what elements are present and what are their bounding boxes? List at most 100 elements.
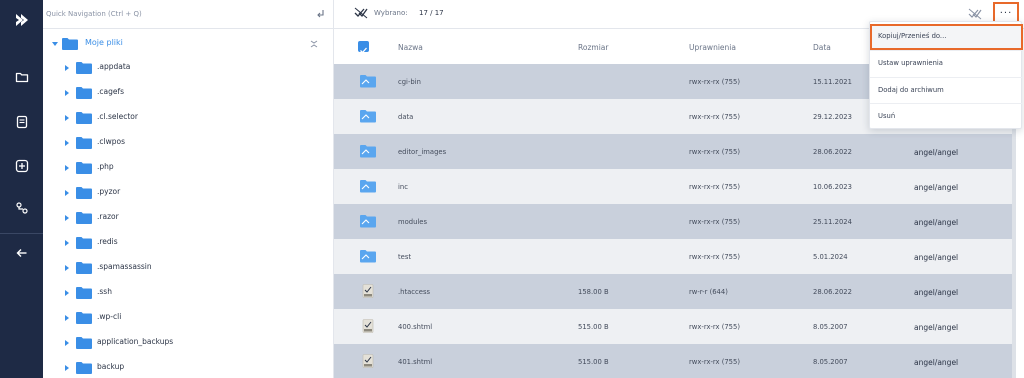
caret-right-icon[interactable]	[63, 289, 71, 297]
file-name[interactable]: inc	[398, 183, 408, 191]
file-name[interactable]: modules	[398, 218, 427, 226]
column-header-size[interactable]: Rozmiar	[578, 43, 608, 52]
file-row[interactable]: 400.shtml 515.00 B rwx-rx-rx (755) 8.05.200…	[334, 309, 1014, 344]
column-header-name[interactable]: Nazwa	[398, 43, 423, 52]
tree-folder-item[interactable]: .redis	[43, 234, 334, 252]
tree-folder-item[interactable]: .appdata	[43, 59, 334, 77]
tree-folder-item[interactable]: .wp-cli	[43, 309, 334, 327]
tree-folder-label[interactable]: .php	[97, 162, 114, 171]
file-row[interactable]: editor_images rwx-rx-rx (755) 28.06.2022 an…	[334, 134, 1014, 169]
app-logo[interactable]	[0, 0, 43, 40]
tree-folder-label[interactable]: .wp-cli	[97, 312, 121, 321]
tree-folder-label[interactable]: .razor	[97, 212, 119, 221]
file-size: 515.00 B	[578, 323, 609, 331]
caret-down-icon[interactable]	[51, 40, 59, 48]
file-name[interactable]: editor_images	[398, 148, 446, 156]
file-row[interactable]: inc rwx-rx-rx (755) 10.06.2023 angel/angel	[334, 169, 1014, 204]
file-size: 158.00 B	[578, 288, 609, 296]
file-name[interactable]: cgi-bin	[398, 78, 421, 86]
caret-right-icon[interactable]	[63, 114, 71, 122]
tree-folder-label[interactable]: backup	[97, 362, 124, 371]
tree-folder-label[interactable]: .pyzor	[97, 187, 120, 196]
select-all-checkbox[interactable]	[358, 41, 369, 54]
caret-right-icon[interactable]	[63, 314, 71, 322]
enter-icon[interactable]	[315, 8, 327, 20]
column-header-date[interactable]: Data	[813, 43, 831, 52]
collapse-all-icon[interactable]	[309, 39, 319, 49]
tree-folder-item[interactable]: .pyzor	[43, 184, 334, 202]
tree-root-row[interactable]: Moje pliki	[43, 35, 334, 53]
caret-right-icon[interactable]	[63, 364, 71, 372]
file-owner: angel/angel	[914, 183, 959, 192]
deselect-icon[interactable]	[354, 7, 368, 19]
file-row[interactable]: modules rwx-rx-rx (755) 25.11.2024 angel/an…	[334, 204, 1014, 239]
file-row[interactable]: 401.shtml 515.00 B rwx-rx-rx (755) 8.05.200…	[334, 344, 1014, 378]
rail-collapse-button[interactable]	[0, 238, 43, 268]
menu-item-add-archive[interactable]: Dodaj do archiwum	[870, 78, 1023, 104]
rail-connections-button[interactable]	[0, 193, 43, 223]
tree-folder-label[interactable]: .cagefs	[97, 87, 124, 96]
file-icon	[362, 354, 374, 368]
file-permissions: rwx-rx-rx (755)	[689, 148, 740, 156]
file-row[interactable]: .htaccess 158.00 B rw-r-r (644) 28.06.2022 a…	[334, 274, 1014, 309]
file-name[interactable]: 400.shtml	[398, 323, 432, 331]
folder-icon	[76, 287, 92, 299]
tree-folder-label[interactable]: .spamassassin	[97, 262, 152, 271]
tree-folder-item[interactable]: .clwpos	[43, 134, 334, 152]
checkmark-icon	[360, 47, 367, 54]
tree-root-label[interactable]: Moje pliki	[85, 38, 123, 47]
column-header-permissions[interactable]: Uprawnienia	[689, 43, 736, 52]
folder-icon	[76, 237, 92, 249]
tree-folder-item[interactable]: .cl.selector	[43, 109, 334, 127]
folder-icon	[76, 87, 92, 99]
caret-right-icon[interactable]	[63, 164, 71, 172]
tree-folder-label[interactable]: .clwpos	[97, 137, 125, 146]
plus-square-icon	[15, 159, 28, 173]
tree-folder-label[interactable]: .ssh	[97, 287, 112, 296]
file-owner: angel/angel	[914, 288, 959, 297]
file-name[interactable]: .htaccess	[398, 288, 430, 296]
folder-icon	[360, 215, 376, 228]
folder-icon	[76, 112, 92, 124]
file-owner: angel/angel	[914, 148, 959, 157]
file-permissions: rwx-rx-rx (755)	[689, 323, 740, 331]
tree-folder-item[interactable]: .razor	[43, 209, 334, 227]
tree-folder-item[interactable]: backup	[43, 359, 334, 377]
file-name[interactable]: test	[398, 253, 411, 261]
file-name[interactable]: data	[398, 113, 413, 121]
rail-notes-button[interactable]	[0, 107, 43, 137]
clear-selection-icon[interactable]	[968, 8, 982, 20]
caret-right-icon[interactable]	[63, 239, 71, 247]
file-row[interactable]: test rwx-rx-rx (755) 5.01.2024 angel/angel	[334, 239, 1014, 274]
caret-right-icon[interactable]	[63, 64, 71, 72]
caret-right-icon[interactable]	[63, 189, 71, 197]
rail-add-button[interactable]	[0, 151, 43, 181]
file-permissions: rwx-rx-rx (755)	[689, 358, 740, 366]
folder-icon	[76, 162, 92, 174]
tree-folder-label[interactable]: .redis	[97, 237, 118, 246]
rail-files-button[interactable]	[0, 62, 43, 92]
caret-right-icon[interactable]	[63, 139, 71, 147]
menu-item-copy-move[interactable]: Kopiuj/Przenieś do...	[870, 24, 1023, 50]
tree-folder-item[interactable]: .spamassassin	[43, 259, 334, 277]
tree-folder-label[interactable]: application_backups	[97, 337, 173, 346]
menu-item-set-permissions[interactable]: Ustaw uprawnienia	[870, 51, 1023, 77]
caret-right-icon[interactable]	[63, 264, 71, 272]
tree-folder-label[interactable]: .cl.selector	[97, 112, 138, 121]
file-date: 25.11.2024	[813, 218, 852, 226]
file-name[interactable]: 401.shtml	[398, 358, 432, 366]
caret-right-icon[interactable]	[63, 214, 71, 222]
tree-folder-item[interactable]: .ssh	[43, 284, 334, 302]
tree-folder-label[interactable]: .appdata	[97, 62, 130, 71]
folder-icon	[360, 75, 376, 88]
menu-item-delete[interactable]: Usuń	[870, 104, 1023, 130]
folder-icon	[360, 110, 376, 123]
caret-right-icon[interactable]	[63, 339, 71, 347]
tree-folder-item[interactable]: application_backups	[43, 334, 334, 352]
folder-icon	[76, 187, 92, 199]
tree-folder-item[interactable]: .cagefs	[43, 84, 334, 102]
file-date: 8.05.2007	[813, 358, 848, 366]
quick-navigation-input[interactable]	[46, 6, 296, 22]
caret-right-icon[interactable]	[63, 89, 71, 97]
tree-folder-item[interactable]: .php	[43, 159, 334, 177]
